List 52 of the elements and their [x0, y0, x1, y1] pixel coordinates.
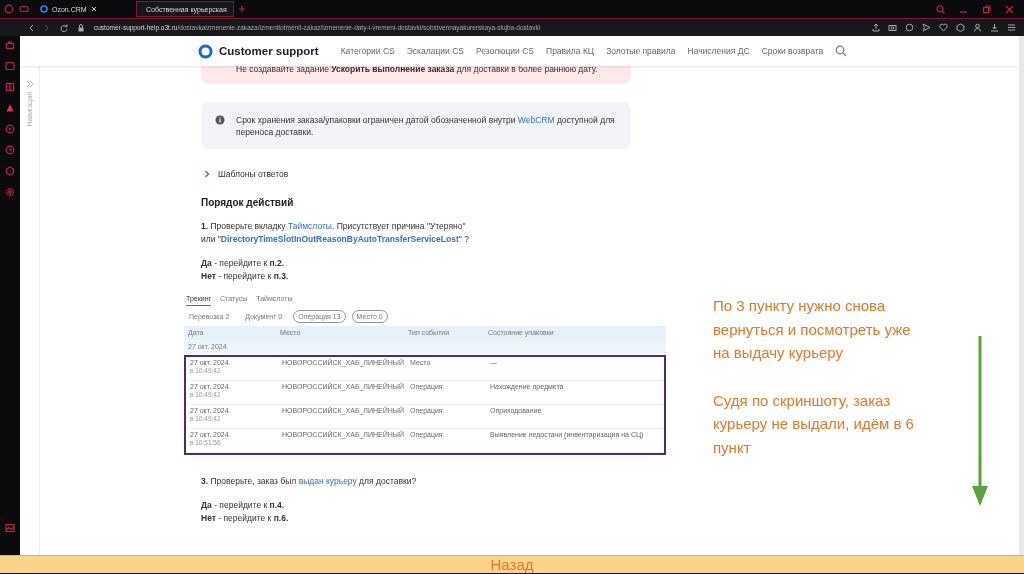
o-ring-icon — [4, 4, 14, 14]
nav-link[interactable]: Сроки возврата — [761, 46, 824, 56]
heart-icon[interactable] — [939, 23, 948, 32]
ring-icon — [198, 43, 213, 59]
bag-icon[interactable] — [5, 40, 15, 50]
share-icon[interactable] — [871, 23, 880, 32]
answer-text: Да - перейдите к п.2. — [201, 256, 286, 270]
double-chevron-icon[interactable] — [25, 80, 34, 88]
link[interactable]: WebCRM — [517, 115, 555, 125]
forward-icon[interactable] — [44, 23, 50, 32]
info-icon — [215, 115, 225, 125]
back-icon[interactable] — [28, 23, 34, 32]
annotation-text: По 3 пункту нужно снова вернуться и посмотреть уже на выдачу курьеру — [713, 296, 912, 363]
step-text: 1. Проверьте вкладку Таймслоты. Присутствует причина "Утеряно" — [201, 219, 467, 233]
grid-icon[interactable] — [5, 82, 15, 92]
nav-link[interactable]: Резолюции CS — [475, 46, 534, 56]
maximize-icon[interactable] — [982, 4, 991, 14]
step-text: или "DirectoryTimeSlotInOutReasonByAutoTransferServiceLost" ? — [201, 232, 470, 246]
ring-icon — [40, 5, 48, 13]
answer-text: Нет - перейдите к п.6. — [201, 511, 290, 525]
nav-link[interactable]: Категории CS — [340, 46, 395, 56]
send-icon[interactable] — [922, 23, 931, 32]
nav-link[interactable]: Начисления ДС — [687, 46, 750, 56]
circle-icon[interactable] — [905, 23, 914, 32]
answer-text: Нет - перейдите к п.3. — [201, 269, 290, 283]
lock-icon — [78, 23, 84, 32]
menu-icon[interactable] — [1007, 23, 1016, 32]
nav-link[interactable]: Золотые правила — [606, 46, 676, 56]
step-text: 3. Проверьте, заказ был выдан курьеру для доставки? — [201, 474, 418, 488]
answer-text: Да - перейдите к п.4. — [201, 498, 286, 512]
link[interactable]: выдан курьеру — [298, 475, 357, 486]
camera-icon[interactable] — [888, 23, 897, 32]
download-icon[interactable] — [990, 23, 999, 32]
annotation-text: Судя по скриншоту, заказ курьеру не выдали, идём в 6 пункт — [713, 390, 915, 458]
search-icon[interactable] — [936, 4, 945, 14]
site-logo[interactable]: Customer support — [219, 45, 319, 57]
plus-icon[interactable] — [238, 5, 246, 13]
link[interactable]: Таймслоты — [287, 220, 332, 231]
gear-icon[interactable] — [5, 187, 15, 197]
chevron-right-icon[interactable] — [204, 169, 210, 178]
nav-link[interactable]: Эскалации CS — [406, 46, 464, 56]
section-heading: Порядок действий — [201, 196, 295, 208]
nav-link[interactable]: Правила КЦ — [546, 46, 595, 56]
image-icon[interactable] — [5, 523, 15, 533]
play-icon[interactable] — [5, 124, 15, 134]
search-icon[interactable] — [835, 45, 848, 57]
reload-icon[interactable] — [60, 23, 68, 32]
clock-icon[interactable] — [5, 145, 15, 155]
info-text: Срок хранения заказа/упаковки ограничен датой обозначенной внутри WebCRM доступной для переноса доставки. — [201, 102, 631, 149]
expander-label[interactable]: Шаблоны ответов — [218, 168, 289, 179]
person-icon[interactable] — [973, 23, 982, 32]
tv-icon[interactable] — [5, 61, 15, 71]
